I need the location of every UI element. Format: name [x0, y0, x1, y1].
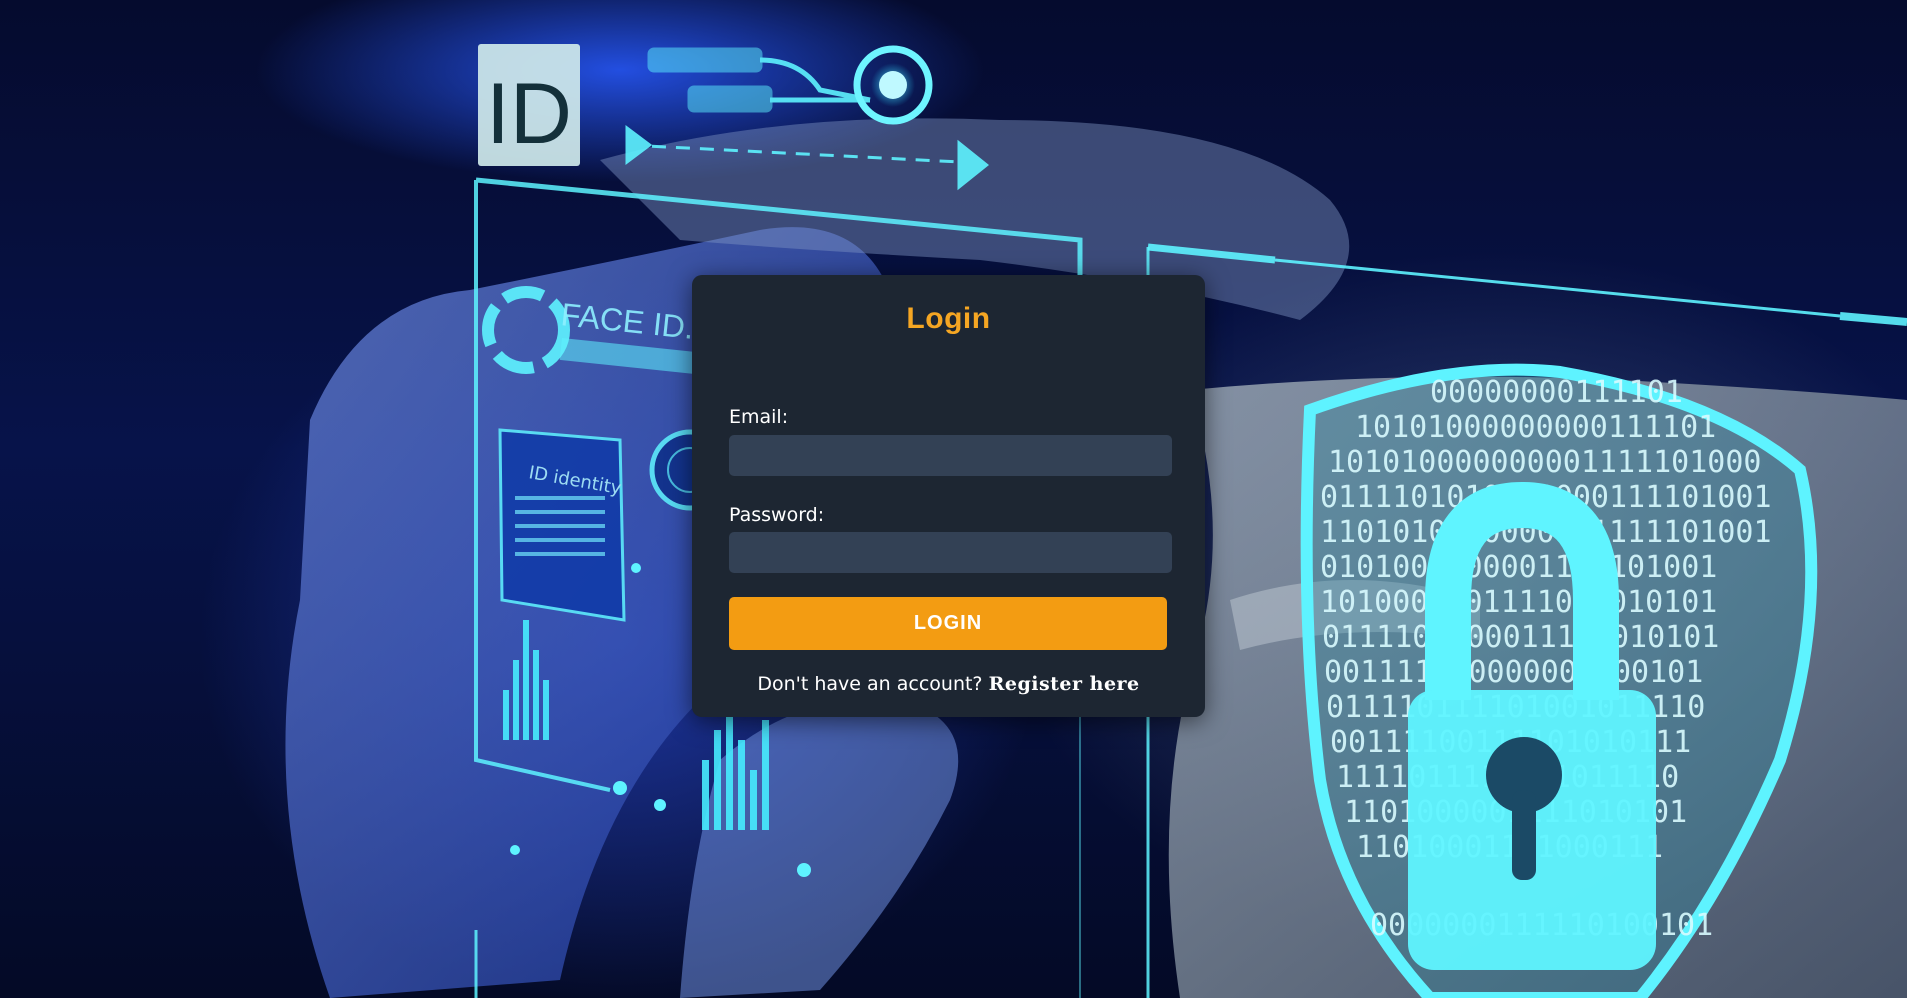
login-page: ID FACE ID.CONF ID identity 000000001111…: [0, 0, 1907, 998]
id-badge-icon: ID: [478, 44, 580, 166]
email-label: Email:: [729, 406, 789, 428]
svg-text:001111000000000100101: 001111000000000100101: [1324, 655, 1703, 690]
password-label: Password:: [729, 504, 825, 526]
email-field[interactable]: [729, 435, 1172, 476]
svg-text:ID: ID: [486, 66, 572, 162]
login-title: Login: [906, 302, 991, 335]
id-identity-card: ID identity: [498, 428, 626, 622]
target-ring-icon: [853, 45, 933, 125]
svg-text:1010000001111010010101: 1010000001111010010101: [1320, 585, 1717, 620]
login-button[interactable]: LOGIN: [729, 597, 1167, 650]
svg-text:0111101000011110010101: 0111101000011110010101: [1322, 620, 1719, 655]
svg-text:00000000111101: 00000000111101: [1430, 375, 1683, 410]
svg-text:0101000000001111101001: 0101000000001111101001: [1320, 550, 1717, 585]
register-link[interactable]: Register here: [989, 673, 1140, 695]
login-card: Login Email: Password: LOGIN Don't have …: [692, 275, 1205, 717]
register-prompt-line: Don't have an account? Register here: [692, 673, 1205, 695]
register-prompt-text: Don't have an account?: [757, 673, 983, 695]
svg-text:10101000000000111101: 10101000000000111101: [1355, 410, 1716, 445]
password-field[interactable]: [729, 532, 1172, 573]
svg-text:101010000000001111101000: 101010000000001111101000: [1328, 445, 1761, 480]
